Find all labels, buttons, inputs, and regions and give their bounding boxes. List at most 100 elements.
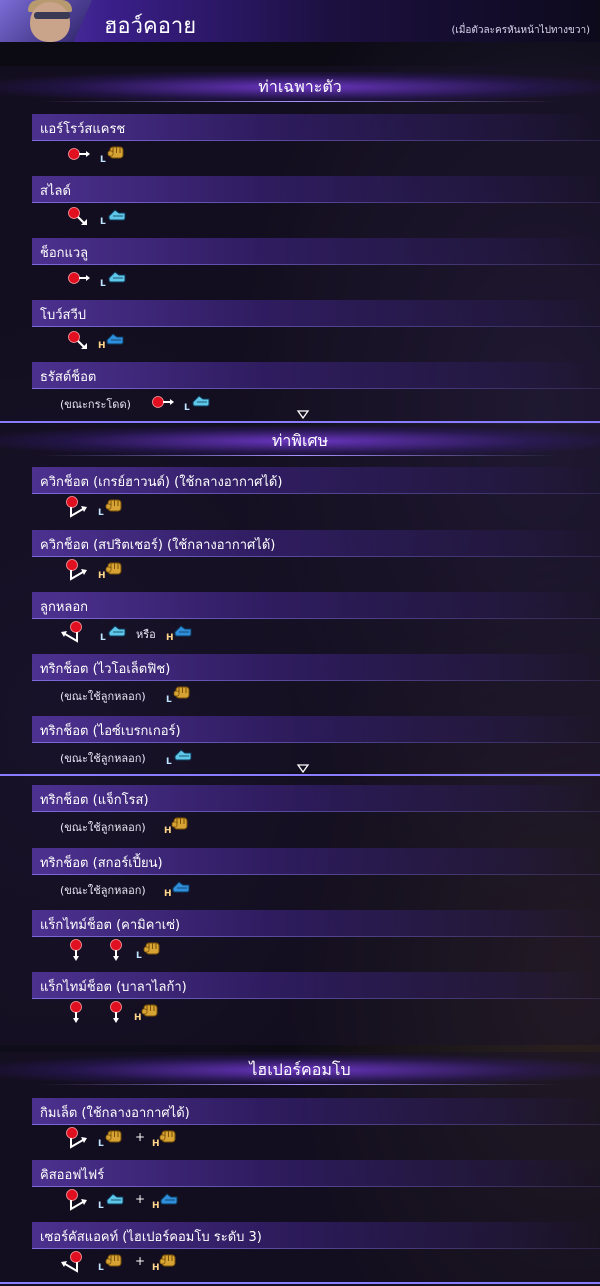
move-underline [32, 326, 600, 327]
move-underline [32, 493, 600, 494]
heavy-kick-icon: H [166, 620, 194, 644]
move-name: ธรัสต์ช็อต [40, 370, 97, 385]
move-row[interactable]: คิสออฟไฟร์ L + H [0, 1160, 600, 1212]
move-row[interactable]: โบว์สวีป H [0, 300, 600, 352]
move-name: ช็อกแวลู [40, 246, 89, 261]
move-band [32, 300, 600, 326]
move-condition: (ขณะใช้ลูกหลอก) [60, 884, 146, 897]
scroll-more-icon[interactable] [296, 410, 310, 420]
light-kick-icon: L [100, 204, 128, 228]
section-title-special-moves: ท่าพิเศษ [0, 426, 600, 456]
move-row[interactable]: ทริกช็อต (แจ็กโรส) (ขณะใช้ลูกหลอก) H [0, 785, 600, 837]
heavy-punch-icon: H [134, 1000, 162, 1024]
move-row[interactable]: กิมเล็ต (ใช้กลางอากาศได้) L + H [0, 1098, 600, 1150]
move-name: โบว์สวีป [40, 308, 87, 323]
light-punch-icon: L [98, 1250, 126, 1274]
move-row[interactable]: ธรัสต์ช็อต (ขณะกระโดด) L [0, 362, 600, 414]
move-name: ควิกช็อต (เกรย์ฮาวนด์) (ใช้กลางอากาศได้) [40, 475, 283, 490]
heavy-punch-icon: H [152, 1250, 180, 1274]
character-name: ฮอว์คอาย [104, 14, 197, 39]
button-strength-label: L [166, 757, 172, 767]
direction-down-right-icon [66, 328, 90, 352]
light-punch-icon: L [98, 495, 126, 519]
direction-down-right-icon [66, 204, 90, 228]
move-condition: (ขณะใช้ลูกหลอก) [60, 690, 146, 703]
facing-note: (เมื่อตัวละครหันหน้าไปทางขวา) [451, 25, 591, 36]
light-kick-icon: L [100, 266, 128, 290]
direction-right-icon [150, 390, 174, 414]
light-kick-icon: L [98, 1188, 126, 1212]
bottom-divider [0, 1282, 600, 1284]
title-bar: ฮอว์คอาย (เมื่อตัวละครหันหน้าไปทางขวา) [0, 0, 600, 44]
move-row[interactable]: ทริกช็อต (ไวโอเล็ตฟิช) (ขณะใช้ลูกหลอก) L [0, 654, 600, 706]
move-underline [32, 618, 600, 619]
section-divider [0, 421, 600, 423]
move-band [32, 592, 600, 618]
move-band [32, 1160, 600, 1186]
heavy-punch-icon: H [164, 813, 192, 837]
button-strength-label: L [98, 1201, 104, 1211]
or-label: หรือ [136, 628, 156, 641]
direction-qcf-icon [64, 495, 88, 519]
move-row[interactable]: ทริกช็อต (ไอซ์เบรกเกอร์) (ขณะใช้ลูกหลอก)… [0, 716, 600, 768]
button-strength-label: L [100, 633, 106, 643]
move-name: ลูกหลอก [40, 600, 89, 615]
move-condition: (ขณะใช้ลูกหลอก) [60, 821, 146, 834]
scroll-more-icon[interactable] [296, 764, 310, 774]
section-title-hyper-combos: ไฮเปอร์คอมโบ [0, 1055, 600, 1085]
move-name: กิมเล็ต (ใช้กลางอากาศได้) [40, 1106, 190, 1121]
heavy-kick-icon: H [152, 1188, 180, 1212]
move-underline [32, 202, 600, 203]
move-name: ทริกช็อต (ไอซ์เบรกเกอร์) [40, 724, 181, 739]
button-strength-label: L [184, 403, 190, 413]
plus-sign: + [135, 1254, 146, 1268]
light-punch-icon: L [166, 682, 194, 706]
light-punch-icon: L [136, 938, 164, 962]
move-name: ควิกช็อต (สปริตเชอร์) (ใช้กลางอากาศได้) [40, 538, 276, 553]
move-name: เซอร์คัสแอคท์ (ไฮเปอร์คอมโบ ระดับ 3) [40, 1230, 262, 1245]
direction-right-icon [66, 142, 90, 166]
heavy-punch-icon: H [98, 558, 126, 582]
light-punch-icon: L [98, 1126, 126, 1150]
move-name: แร็กไทม์ช็อต (บาลาไลก้า) [40, 980, 187, 995]
move-row[interactable]: ช็อกแวลู L [0, 238, 600, 290]
button-strength-label: L [100, 279, 106, 289]
direction-down-icon [64, 938, 88, 962]
direction-down-icon [64, 1000, 88, 1024]
light-kick-icon: L [166, 744, 194, 768]
move-underline [32, 742, 600, 743]
move-row[interactable]: ลูกหลอก L หรือ H [0, 592, 600, 644]
section-divider [0, 774, 600, 776]
button-strength-label: L [98, 1139, 104, 1149]
move-name: แอร์โรว์สแครช [40, 122, 126, 137]
move-row[interactable]: แอร์โรว์สแครช L [0, 114, 600, 166]
move-row[interactable]: สไลด์ L [0, 176, 600, 228]
move-row[interactable]: ควิกช็อต (เกรย์ฮาวนด์) (ใช้กลางอากาศได้)… [0, 467, 600, 519]
direction-right-icon [66, 266, 90, 290]
move-row[interactable]: แร็กไทม์ช็อต (บาลาไลก้า) H [0, 972, 600, 1024]
move-underline [32, 680, 600, 681]
portrait-visor [34, 12, 70, 19]
move-underline [32, 556, 600, 557]
move-row[interactable]: เซอร์คัสแอคท์ (ไฮเปอร์คอมโบ ระดับ 3) L +… [0, 1222, 600, 1274]
move-name: คิสออฟไฟร์ [40, 1168, 105, 1183]
move-name: ทริกช็อต (แจ็กโรส) [40, 793, 149, 808]
button-strength-label: L [136, 951, 142, 961]
section-title-unique-moves: ท่าเฉพาะตัว [0, 72, 600, 102]
move-row[interactable]: แร็กไทม์ช็อต (คามิคาเซ่) L [0, 910, 600, 962]
plus-sign: + [135, 1192, 146, 1206]
direction-qcf-icon [64, 1126, 88, 1150]
move-row[interactable]: ทริกช็อต (สกอร์เปี้ยน) (ขณะใช้ลูกหลอก) H [0, 848, 600, 900]
move-row[interactable]: ควิกช็อต (สปริตเชอร์) (ใช้กลางอากาศได้) … [0, 530, 600, 582]
direction-qcf-icon [64, 1188, 88, 1212]
move-condition: (ขณะกระโดด) [60, 398, 131, 411]
direction-down-icon [104, 1000, 128, 1024]
button-strength-label: L [100, 217, 106, 227]
heavy-kick-icon: H [164, 876, 192, 900]
move-name: ทริกช็อต (ไวโอเล็ตฟิช) [40, 662, 171, 677]
light-punch-icon: L [100, 142, 128, 166]
direction-qcb-icon [60, 1250, 84, 1274]
move-underline [32, 1248, 600, 1249]
button-strength-label: L [98, 508, 104, 518]
move-underline [32, 998, 600, 999]
